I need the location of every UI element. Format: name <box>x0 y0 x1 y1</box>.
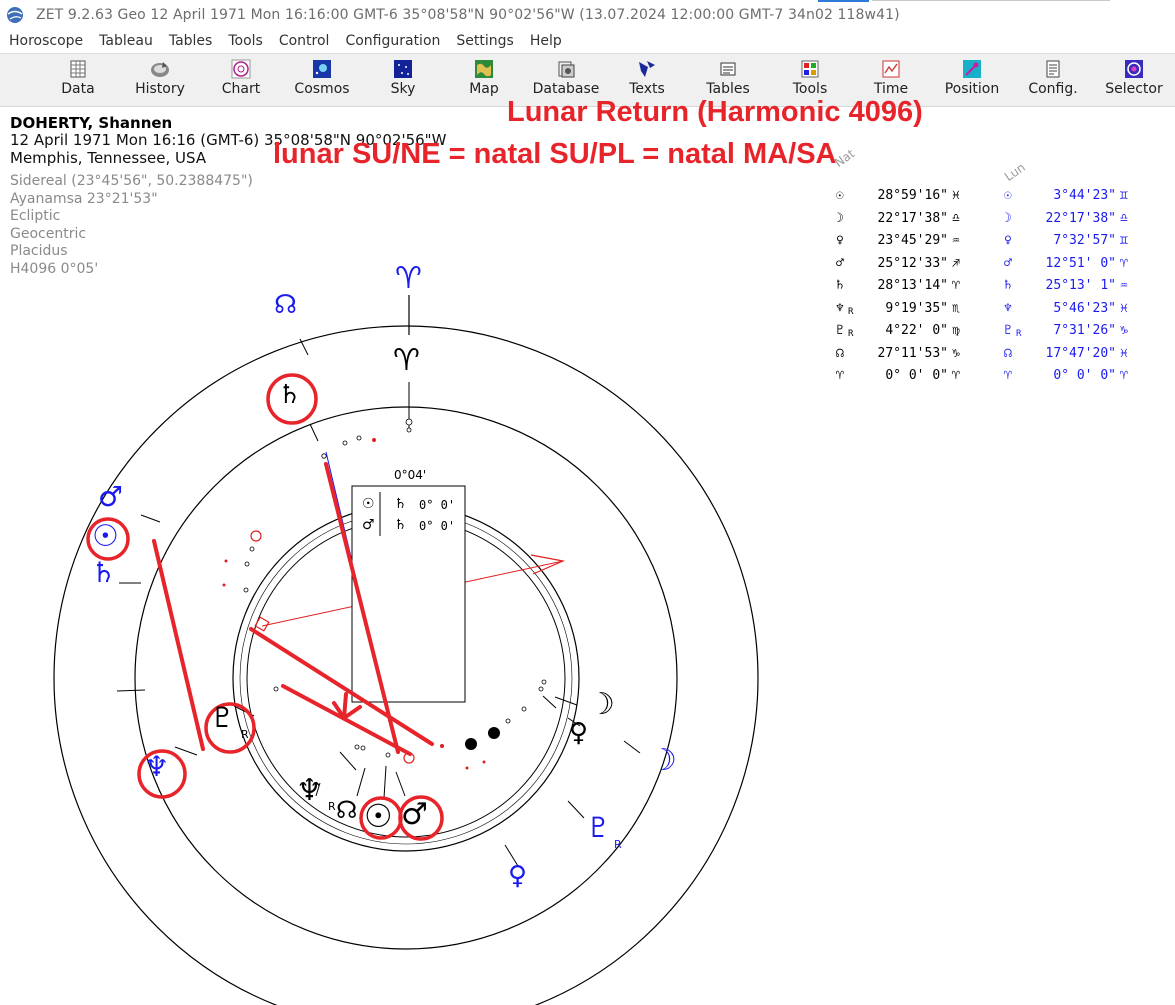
inset-row-2-val: 0° 0' <box>419 519 456 533</box>
toolbar-sky-button[interactable]: Sky <box>362 57 444 103</box>
toolbar-data-label: Data <box>61 81 95 97</box>
menu-horoscope[interactable]: Horoscope <box>0 30 91 53</box>
toolbar-tables-label: Tables <box>706 81 750 97</box>
toolbar-database-label: Database <box>532 81 600 97</box>
app-globe-icon <box>7 7 23 23</box>
natal-saturn-glyph: ♄ <box>278 380 302 410</box>
lunar-node-glyph: ☊ <box>274 290 298 320</box>
toolbar-history-label: History <box>135 81 185 97</box>
lunar-saturn-glyph: ♄ <box>91 556 117 589</box>
lunar-pluto-glyph: ♇ <box>586 811 612 844</box>
natal-neptune-glyph: ♆ <box>296 773 323 808</box>
toolbar-time-label: Time <box>873 81 909 97</box>
natal-venus-glyph: ♀ <box>569 718 589 748</box>
data-icon <box>70 60 86 78</box>
time-icon <box>882 60 900 78</box>
toolbar-selector-label: Selector <box>1105 81 1163 97</box>
position-icon <box>963 60 981 78</box>
menu-control[interactable]: Control <box>271 30 338 53</box>
toolbar-position-label: Position <box>944 81 1000 97</box>
inset-row-1-val: 0° 0' <box>419 498 456 512</box>
cosmos-icon <box>313 60 331 78</box>
toolbar-cosmos-button[interactable]: Cosmos <box>281 57 363 103</box>
toolbar-texts-label: Texts <box>629 81 665 97</box>
menu-configuration[interactable]: Configuration <box>337 30 448 53</box>
red-ring-marker-left <box>250 530 262 542</box>
title-accent-line <box>818 0 869 2</box>
menu-settings[interactable]: Settings <box>448 30 521 53</box>
lunar-venus-glyph: ♀ <box>508 861 528 891</box>
natal-pluto-glyph: ♇ <box>210 701 236 734</box>
red-diamond-marker <box>254 616 270 632</box>
map-icon <box>475 60 493 78</box>
toolbar-selector-button[interactable]: Selector <box>1093 57 1175 103</box>
texts-icon <box>639 61 655 77</box>
natal-mars-glyph: ♂ <box>401 797 428 832</box>
toolbar-chart-button[interactable]: Chart <box>200 57 282 103</box>
menu-tableau[interactable]: Tableau <box>91 30 161 53</box>
toolbar-config-label: Config. <box>1028 81 1078 97</box>
menu-tables[interactable]: Tables <box>161 30 221 53</box>
natal-aries-glyph: ♈ <box>393 343 420 378</box>
history-icon <box>151 62 169 77</box>
tables-icon <box>720 62 736 76</box>
window-title: ZET 9.2.63 Geo 12 April 1971 Mon 16:16:0… <box>36 7 900 23</box>
toolbar-chart-label: Chart <box>221 81 261 97</box>
inset-row-1-b: ♄ <box>394 496 407 512</box>
toolbar-history-button[interactable]: History <box>119 57 201 103</box>
toolbar-sky-label: Sky <box>390 81 416 97</box>
tools-icon <box>801 60 819 78</box>
chart-icon <box>231 59 251 79</box>
config-icon <box>1046 60 1060 78</box>
toolbar-map-label: Map <box>469 81 499 97</box>
lunar-pluto-retro-mark: R <box>614 838 622 851</box>
menu-bar: Horoscope Tableau Tables Tools Control C… <box>0 30 1175 53</box>
inset-row-2-a: ♂ <box>362 517 375 533</box>
lunar-moon-glyph: ☽ <box>650 743 677 778</box>
natal-node-glyph: ☊ <box>336 796 358 824</box>
database-icon <box>558 61 575 78</box>
chart-wheel <box>53 295 759 1005</box>
inset-row-1-a: ☉ <box>362 496 375 512</box>
lunar-sun-glyph: ☉ <box>92 519 119 554</box>
lunar-aries-glyph: ♈ <box>395 261 422 296</box>
filled-markers <box>465 727 500 750</box>
title-divider <box>872 0 1110 1</box>
toolbar-tools-label: Tools <box>792 81 828 97</box>
natal-moon-glyph: ☽ <box>588 687 615 722</box>
sky-icon <box>394 60 412 78</box>
natal-sun-glyph: ☉ <box>364 797 393 835</box>
menu-tools[interactable]: Tools <box>220 30 271 53</box>
natal-pluto-retro-mark: R <box>241 728 249 741</box>
toolbar-position-button[interactable]: Position <box>931 57 1013 103</box>
selector-icon <box>1125 60 1143 78</box>
toolbar-config-button[interactable]: Config. <box>1012 57 1094 103</box>
lunar-mars-glyph: ♂ <box>98 480 124 513</box>
inset-title: 0°04' <box>394 468 427 482</box>
title-bar: ZET 9.2.63 Geo 12 April 1971 Mon 16:16:0… <box>0 0 1175 30</box>
menu-help[interactable]: Help <box>522 30 570 53</box>
chart-area: DOHERTY, Shannen 12 April 1971 Mon 16:16… <box>0 96 1175 1005</box>
inset-row-2-b: ♄ <box>394 517 407 533</box>
natal-neptune-retro-mark: R <box>328 800 336 813</box>
toolbar-data-button[interactable]: Data <box>37 57 119 103</box>
lunar-neptune-glyph: ♆ <box>144 750 170 783</box>
toolbar-cosmos-label: Cosmos <box>294 81 350 97</box>
